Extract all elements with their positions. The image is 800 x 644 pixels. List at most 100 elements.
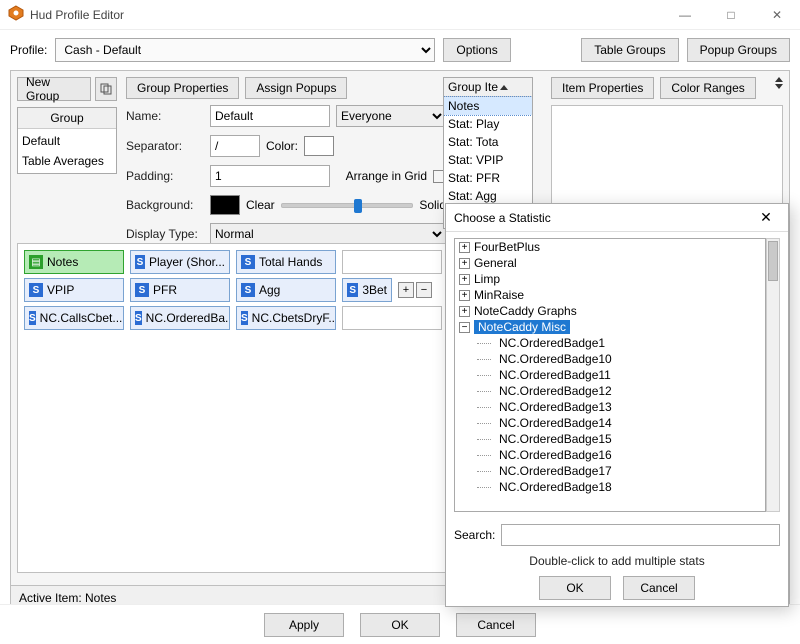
active-item-label: Active Item: Notes — [19, 591, 116, 605]
visibility-select[interactable]: Everyone — [336, 105, 446, 127]
maximize-button[interactable]: □ — [708, 0, 754, 30]
title-bar: Hud Profile Editor — □ ✕ — [0, 0, 800, 30]
opacity-slider[interactable] — [281, 203, 414, 208]
window-title: Hud Profile Editor — [30, 8, 662, 22]
sort-icon — [500, 85, 508, 90]
tree-leaf[interactable]: NC.OrderedBadge16 — [455, 447, 765, 463]
stat-cell[interactable]: SPlayer (Shor... — [130, 250, 230, 274]
dialog-title: Choose a Statistic — [454, 211, 752, 225]
name-input[interactable] — [210, 105, 330, 127]
stat-icon: S — [347, 283, 358, 297]
options-button[interactable]: Options — [443, 38, 510, 62]
stat-icon: S — [241, 283, 255, 297]
clone-group-button[interactable] — [95, 77, 117, 101]
popup-groups-button[interactable]: Popup Groups — [687, 38, 790, 62]
new-group-button[interactable]: New Group — [17, 77, 91, 101]
tab-color-ranges[interactable]: Color Ranges — [660, 77, 755, 99]
tree-leaf[interactable]: NC.OrderedBadge12 — [455, 383, 765, 399]
stat-cell-notes[interactable]: ▤Notes — [24, 250, 124, 274]
tree-leaf[interactable]: NC.OrderedBadge15 — [455, 431, 765, 447]
stat-cell[interactable]: SNC.CbetsDryF... — [236, 306, 336, 330]
dialog-ok-button[interactable]: OK — [539, 576, 611, 600]
stat-icon: S — [135, 311, 142, 325]
tree-node[interactable]: +FourBetPlus — [455, 239, 765, 255]
footer: Apply OK Cancel — [0, 604, 800, 644]
notes-icon: ▤ — [29, 255, 43, 269]
background-label: Background: — [126, 198, 204, 212]
stat-cell[interactable]: SNC.OrderedBa... — [130, 306, 230, 330]
padding-label: Padding: — [126, 169, 204, 183]
background-swatch[interactable] — [210, 195, 240, 215]
tree-leaf[interactable]: NC.OrderedBadge1 — [455, 335, 765, 351]
reorder-down-icon[interactable] — [775, 84, 783, 89]
group-item[interactable]: Table Averages — [18, 151, 116, 171]
search-input[interactable] — [501, 524, 780, 546]
tree-leaf[interactable]: NC.OrderedBadge18 — [455, 479, 765, 495]
remove-cell-button[interactable]: − — [416, 282, 432, 298]
groups-panel: New Group Group Default Table Averages — [17, 77, 117, 174]
tree-node[interactable]: +General — [455, 255, 765, 271]
stat-cell[interactable]: SPFR — [130, 278, 230, 302]
expand-icon[interactable]: + — [459, 274, 470, 285]
group-item[interactable]: Default — [18, 131, 116, 151]
collapse-icon[interactable]: − — [459, 322, 470, 333]
stat-icon: S — [135, 255, 145, 269]
dialog-cancel-button[interactable]: Cancel — [623, 576, 695, 600]
app-icon — [8, 5, 24, 24]
search-label: Search: — [454, 528, 495, 542]
group-item-row[interactable]: Notes — [444, 97, 532, 115]
expand-icon[interactable]: + — [459, 290, 470, 301]
arrange-label: Arrange in Grid — [336, 169, 427, 183]
add-cell-button[interactable]: + — [398, 282, 414, 298]
tree-node[interactable]: +NoteCaddy Graphs — [455, 303, 765, 319]
apply-button[interactable]: Apply — [264, 613, 344, 637]
stat-cell[interactable]: STotal Hands — [236, 250, 336, 274]
cancel-button[interactable]: Cancel — [456, 613, 536, 637]
dialog-close-button[interactable]: ✕ — [752, 209, 780, 226]
expand-icon[interactable]: + — [459, 258, 470, 269]
tree-scrollbar[interactable] — [766, 238, 780, 512]
tree-leaf[interactable]: NC.OrderedBadge14 — [455, 415, 765, 431]
padding-input[interactable] — [210, 165, 330, 187]
group-item-row[interactable]: Stat: PFR — [444, 169, 532, 187]
display-type-select[interactable]: Normal — [210, 223, 446, 245]
expand-icon[interactable]: + — [459, 306, 470, 317]
tree-leaf[interactable]: NC.OrderedBadge11 — [455, 367, 765, 383]
group-item-row[interactable]: Stat: VPIP — [444, 151, 532, 169]
table-groups-button[interactable]: Table Groups — [581, 38, 678, 62]
stat-cell-empty[interactable] — [342, 250, 442, 274]
profile-row: Profile: Cash - Default Options Table Gr… — [0, 30, 800, 70]
display-type-label: Display Type: — [126, 227, 204, 241]
tree-node[interactable]: +Limp — [455, 271, 765, 287]
minimize-button[interactable]: — — [662, 0, 708, 30]
stat-tree[interactable]: +FourBetPlus +General +Limp +MinRaise +N… — [454, 238, 766, 512]
group-header: Group — [18, 108, 116, 129]
profile-select[interactable]: Cash - Default — [55, 38, 435, 62]
stat-cell-empty[interactable] — [342, 306, 442, 330]
tree-node[interactable]: +MinRaise — [455, 287, 765, 303]
group-items-header: Group Ite — [444, 78, 532, 97]
group-item-row[interactable]: Stat: Tota — [444, 133, 532, 151]
stat-cell[interactable]: SNC.CallsCbet... — [24, 306, 124, 330]
reorder-up-icon[interactable] — [775, 77, 783, 82]
group-item-row[interactable]: Stat: Play — [444, 115, 532, 133]
tree-leaf[interactable]: NC.OrderedBadge13 — [455, 399, 765, 415]
stat-icon: S — [241, 255, 255, 269]
close-button[interactable]: ✕ — [754, 0, 800, 30]
separator-input[interactable] — [210, 135, 260, 157]
stat-cell[interactable]: SVPIP — [24, 278, 124, 302]
tab-group-properties[interactable]: Group Properties — [126, 77, 239, 99]
group-properties-panel: Name: Everyone Separator: Color: Padding… — [126, 105, 446, 253]
expand-icon[interactable]: + — [459, 242, 470, 253]
tree-leaf[interactable]: NC.OrderedBadge17 — [455, 463, 765, 479]
ok-button[interactable]: OK — [360, 613, 440, 637]
tree-node-expanded[interactable]: −NoteCaddy Misc — [455, 319, 765, 335]
clear-label: Clear — [246, 198, 275, 212]
tab-assign-popups[interactable]: Assign Popups — [245, 77, 347, 99]
tree-leaf[interactable]: NC.OrderedBadge10 — [455, 351, 765, 367]
tab-item-properties[interactable]: Item Properties — [551, 77, 654, 99]
stat-cell[interactable]: SAgg — [236, 278, 336, 302]
color-swatch[interactable] — [304, 136, 334, 156]
stat-cell[interactable]: S3Bet — [342, 278, 392, 302]
groups-list[interactable]: Group Default Table Averages — [17, 107, 117, 174]
